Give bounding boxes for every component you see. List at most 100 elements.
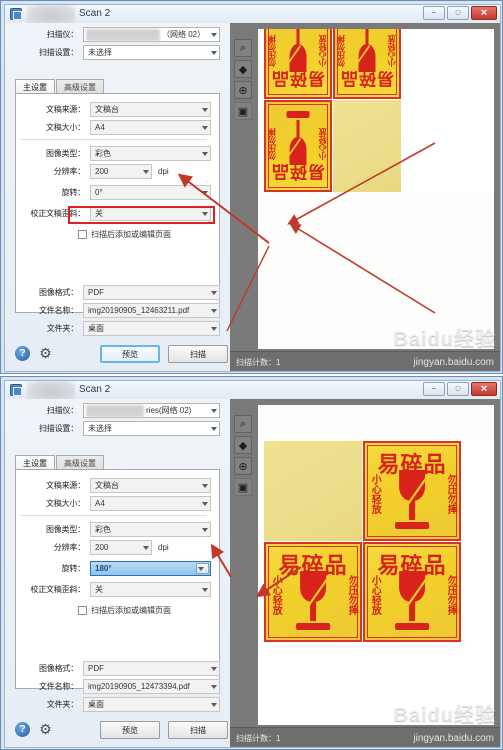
sticker-left-text: 小心轻放 — [369, 473, 381, 514]
edit-after-scan-checkbox[interactable] — [78, 230, 87, 239]
edit-after-scan-row[interactable]: 扫描后添加或编辑页面 — [78, 605, 211, 616]
zoom-in-icon[interactable]: ⊕ — [234, 457, 252, 475]
filename-input[interactable]: img20190905_12473394.pdf — [83, 679, 220, 694]
preview-pane-2: ⌕ ◆ ⊕ ▣ ✕ 易碎品 小心轻放 勿压勿摔 — [230, 399, 500, 747]
help-icon[interactable]: ? — [15, 722, 30, 737]
scan-button[interactable]: 扫描 — [168, 345, 228, 363]
fit-icon[interactable]: ▣ — [234, 102, 252, 120]
maximize-icon: □ — [455, 9, 461, 17]
doc-size-select[interactable]: A4 — [90, 496, 211, 511]
fragile-glass-icon — [395, 469, 429, 530]
deskew-row: 校正文稿歪斜： 关 — [16, 582, 211, 597]
doc-source-select[interactable]: 文稿台 — [90, 102, 211, 117]
watermark-big: Baidu经验 — [393, 328, 496, 350]
preview-button[interactable]: 预览 — [100, 721, 160, 739]
footer-1: ? ⚙ 预览 扫描 — [5, 341, 230, 367]
sticker-left-text: 小心轻放 — [318, 128, 328, 161]
doc-size-row: 文稿大小： A4 — [16, 496, 211, 511]
close-button[interactable]: ✕ — [471, 6, 497, 20]
folder-select[interactable]: 桌面 — [83, 697, 220, 712]
minimize-button[interactable]: – — [423, 382, 445, 396]
output-form-1: 图像格式： PDF 文件名称： img20190905_12463211.pdf — [5, 285, 230, 339]
rotation-select[interactable]: 180° — [90, 561, 211, 576]
divider — [20, 139, 207, 140]
doc-source-select[interactable]: 文稿台 — [90, 478, 211, 493]
gear-icon[interactable]: ⚙ — [38, 722, 53, 737]
rotation-label: 旋转： — [61, 188, 86, 197]
close-icon: ✕ — [480, 383, 488, 394]
chevron-down-icon — [211, 702, 217, 707]
doc-size-select[interactable]: A4 — [90, 120, 211, 135]
zoom-in-icon[interactable]: ⊕ — [234, 81, 252, 99]
minimize-icon: – — [432, 9, 436, 17]
fragile-sticker: 易碎品 小心轻放 勿压勿摔 — [264, 542, 362, 642]
window-inner-1: Scan 2 – □ ✕ 扫描仪： （网络 02） 扫描设置： 未选择 主设置 … — [4, 4, 501, 372]
scanner-value: （网络 02） — [162, 30, 206, 39]
edit-after-scan-row[interactable]: 扫描后添加或编辑页面 — [78, 229, 211, 240]
rotation-select[interactable]: 0° — [90, 185, 211, 200]
sticker-left-text: 小心轻放 — [369, 574, 381, 615]
search-icon[interactable]: ⌕ — [234, 39, 252, 57]
main-settings-panel-1: 文稿来源： 文稿台 文稿大小： A4 图像类型： 彩色 分辨率： 200 dpi… — [15, 93, 220, 313]
maximize-button[interactable]: □ — [447, 6, 469, 20]
doc-source-value: 文稿台 — [95, 481, 119, 490]
scanner-select[interactable]: （网络 02） — [83, 27, 220, 42]
format-value: PDF — [88, 664, 104, 673]
format-label: 图像格式： — [39, 288, 78, 297]
gear-icon[interactable]: ⚙ — [38, 346, 53, 361]
sticker-right-text: 勿压勿摔 — [267, 128, 277, 161]
resolution-select[interactable]: 200 — [90, 164, 152, 179]
edit-after-scan-checkbox[interactable] — [78, 606, 87, 615]
chevron-down-icon — [143, 169, 149, 174]
rotation-dropdown-button[interactable] — [196, 563, 209, 574]
preview-toolbar-1: ⌕ ◆ ⊕ ▣ — [234, 39, 254, 123]
window-body-2: 扫描仪： ries(网络 02) 扫描设置： 未选择 主设置 高级设置 文稿来源… — [5, 399, 500, 747]
filename-label: 文件名称： — [39, 306, 78, 315]
image-type-select[interactable]: 彩色 — [90, 522, 211, 537]
folder-select[interactable]: 桌面 — [83, 321, 220, 336]
format-label: 图像格式： — [39, 664, 78, 673]
preview-image-1[interactable]: 易碎品 小心轻放 勿压勿摔 易碎品 小心轻放 勿压勿摔 易碎品 小心轻放 勿压勿… — [258, 29, 494, 349]
fragile-sticker: 易碎品 小心轻放 勿压勿摔 — [363, 542, 461, 642]
close-button[interactable]: ✕ — [471, 382, 497, 396]
preview-image-2[interactable]: 易碎品 小心轻放 勿压勿摔 易碎品 小心轻放 勿压勿摔 易碎品 小心轻放 勿压勿… — [258, 405, 494, 725]
resolution-label: 分辨率： — [53, 167, 85, 176]
format-select[interactable]: PDF — [83, 285, 220, 300]
minimize-button[interactable]: – — [423, 6, 445, 20]
image-type-select[interactable]: 彩色 — [90, 146, 211, 161]
fit-icon[interactable]: ▣ — [234, 478, 252, 496]
scan-settings-select[interactable]: 未选择 — [83, 421, 220, 436]
resolution-select[interactable]: 200 — [90, 540, 152, 555]
deskew-select[interactable]: 关 — [90, 582, 211, 597]
sticker-right-text: 勿压勿摔 — [267, 35, 277, 68]
output-form-2: 图像格式： PDF 文件名称： img20190905_12473394.pdf — [5, 661, 230, 715]
deskew-select[interactable]: 关 — [90, 206, 211, 221]
scanner-value: ries(网络 02) — [146, 406, 192, 415]
deskew-value: 关 — [95, 209, 103, 218]
folder-row: 文件夹： 桌面 — [5, 321, 220, 336]
rotation-value: 180° — [95, 564, 112, 573]
image-type-value: 彩色 — [95, 149, 111, 158]
format-select[interactable]: PDF — [83, 661, 220, 676]
preview-pane-1: ⌕ ◆ ⊕ ▣ ✕ 易碎品 小心轻放 勿压勿摔 — [230, 23, 500, 371]
settings-pane-1: 扫描仪： （网络 02） 扫描设置： 未选择 主设置 高级设置 文稿来源： 文稿… — [5, 23, 230, 371]
pan-icon[interactable]: ◆ — [234, 436, 252, 454]
chevron-down-icon — [202, 151, 208, 156]
scanner-select[interactable]: ries(网络 02) — [83, 403, 220, 418]
window-inner-2: Scan 2 – □ ✕ 扫描仪： ries(网络 02) 扫描设置： 未选择 … — [4, 380, 501, 748]
search-icon[interactable]: ⌕ — [234, 415, 252, 433]
pan-icon[interactable]: ◆ — [234, 60, 252, 78]
maximize-button[interactable]: □ — [447, 382, 469, 396]
resolution-label: 分辨率： — [53, 543, 85, 552]
chevron-down-icon — [202, 527, 208, 532]
filename-row: 文件名称： img20190905_12463211.pdf — [5, 303, 220, 318]
preview-button[interactable]: 预览 — [100, 345, 160, 363]
scan-button[interactable]: 扫描 — [168, 721, 228, 739]
blank-yellow-sheet — [333, 100, 401, 192]
scan-settings-select[interactable]: 未选择 — [83, 45, 220, 60]
filename-input[interactable]: img20190905_12463211.pdf — [83, 303, 220, 318]
image-type-label: 图像类型： — [46, 525, 85, 534]
help-icon[interactable]: ? — [15, 346, 30, 361]
doc-source-row: 文稿来源： 文稿台 — [16, 102, 211, 117]
format-value: PDF — [88, 288, 104, 297]
